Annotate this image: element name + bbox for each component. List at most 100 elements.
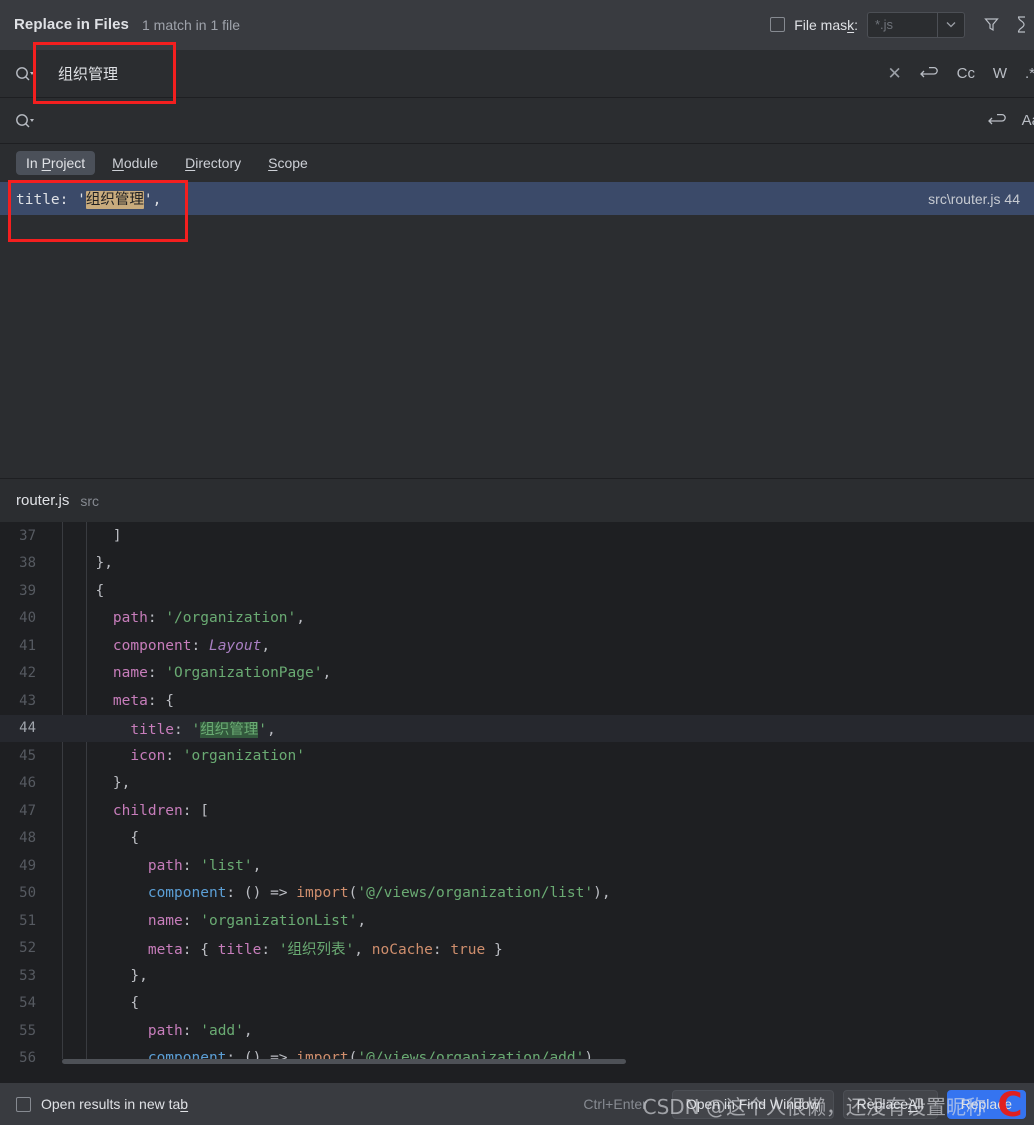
code-text: }, xyxy=(78,775,131,792)
dialog-footer: Open results in new tab Ctrl+Enter Open … xyxy=(0,1083,1034,1125)
result-text: title: '组织管理', xyxy=(16,191,162,209)
code-line: 51 name: 'organizationList', xyxy=(0,907,1034,935)
line-number: 54 xyxy=(19,995,36,1012)
line-number: 53 xyxy=(19,967,36,984)
code-line: 39 { xyxy=(0,577,1034,605)
match-case-icon[interactable]: Cc xyxy=(957,65,975,82)
code-line: 50 component: () => import('@/views/orga… xyxy=(0,880,1034,908)
replace-row: Aa xyxy=(0,98,1034,144)
open-in-find-window-button[interactable]: Open in Find Window xyxy=(671,1089,834,1119)
code-line: 42 name: 'OrganizationPage', xyxy=(0,660,1034,688)
code-line: 45 icon: 'organization' xyxy=(0,742,1034,770)
code-line: 44 title: '组织管理', xyxy=(0,714,1034,742)
line-number: 41 xyxy=(19,637,36,654)
open-results-new-tab-label: Open results in new tab xyxy=(41,1096,189,1112)
result-file-path: src\router.js 44 xyxy=(928,190,1020,207)
line-number: 56 xyxy=(19,1050,36,1064)
code-line: 37 ] xyxy=(0,522,1034,550)
preview-file-header: router.js src xyxy=(0,478,1034,522)
line-number: 47 xyxy=(19,802,36,819)
horizontal-scrollbar[interactable] xyxy=(62,1059,1034,1064)
code-text: name: 'organizationList', xyxy=(147,912,367,929)
pin-icon[interactable] xyxy=(1014,16,1028,33)
code-text: }, xyxy=(78,555,113,572)
preview-file-name: router.js xyxy=(16,492,70,509)
regex-icon[interactable]: .* xyxy=(1022,65,1034,82)
line-number: 55 xyxy=(19,1022,36,1039)
filter-icon[interactable] xyxy=(983,16,1000,33)
code-text: path: 'add', xyxy=(147,1022,253,1039)
code-text: { xyxy=(78,830,140,847)
line-number: 37 xyxy=(19,527,36,544)
code-line: 53 }, xyxy=(0,962,1034,990)
file-mask-input[interactable]: *.js xyxy=(867,11,937,38)
line-number: 50 xyxy=(19,885,36,902)
code-lines: 37 ] 38 }, 39 {40 path: '/organization', 41… xyxy=(0,522,1034,1064)
code-line: 40 path: '/organization', xyxy=(0,605,1034,633)
replace-all-button[interactable]: Replace All xyxy=(842,1089,938,1119)
code-line: 52 meta: { title: '组织列表', noCache: true … xyxy=(0,935,1034,963)
line-number: 49 xyxy=(19,857,36,874)
code-line: 43 meta: { xyxy=(0,687,1034,715)
code-text: icon: 'organization' xyxy=(130,747,305,764)
line-number: 44 xyxy=(19,720,36,737)
match-summary: 1 match in 1 file xyxy=(141,16,241,33)
file-mask-dropdown-icon[interactable] xyxy=(937,11,965,38)
code-text: title: '组织管理', xyxy=(130,721,276,738)
code-line: 49 path: 'list', xyxy=(0,852,1034,880)
line-number: 48 xyxy=(19,830,36,847)
file-mask-checkbox[interactable] xyxy=(770,17,786,32)
file-mask-label: File mask: xyxy=(794,16,858,33)
replace-history-icon[interactable] xyxy=(987,113,1008,129)
line-number: 52 xyxy=(19,940,36,957)
line-number: 40 xyxy=(19,610,36,627)
code-line: 46 }, xyxy=(0,770,1034,798)
code-text: { xyxy=(78,995,140,1012)
search-icon[interactable] xyxy=(10,65,40,83)
page-title: Replace in Files xyxy=(14,16,129,33)
tab-directory[interactable]: Directory xyxy=(175,151,251,175)
code-text: path: '/organization', xyxy=(112,610,305,627)
tab-scope[interactable]: Scope xyxy=(258,151,318,175)
search-history-icon[interactable] xyxy=(919,66,940,82)
replace-search-icon[interactable] xyxy=(10,112,40,130)
line-number: 46 xyxy=(19,775,36,792)
dialog-header: Replace in Files 1 match in 1 file File … xyxy=(0,0,1034,50)
line-number: 45 xyxy=(19,747,36,764)
code-text: ] xyxy=(78,527,122,544)
search-input[interactable]: 组织管理 xyxy=(40,63,870,84)
replace-button[interactable]: Replace xyxy=(946,1089,1026,1119)
code-text: component: () => import('@/views/organiz… xyxy=(147,885,611,902)
code-text: children: [ xyxy=(112,802,209,819)
code-line: 41 component: Layout, xyxy=(0,632,1034,660)
results-list: title: '组织管理', src\router.js 44 xyxy=(0,182,1034,478)
replace-in-files-dialog: Replace in Files 1 match in 1 file File … xyxy=(0,0,1034,1125)
line-number: 39 xyxy=(19,582,36,599)
line-number: 51 xyxy=(19,912,36,929)
preserve-case-icon[interactable]: Aa xyxy=(1022,112,1034,129)
code-line: 55 path: 'add', xyxy=(0,1017,1034,1045)
line-number: 42 xyxy=(19,665,36,682)
search-row: 组织管理 ✕ Cc W .* xyxy=(0,50,1034,98)
code-text: path: 'list', xyxy=(147,857,262,874)
code-line: 48 { xyxy=(0,825,1034,853)
code-text: component: Layout, xyxy=(112,637,271,654)
code-preview[interactable]: 37 ] 38 }, 39 {40 path: '/organization', 41… xyxy=(0,522,1034,1064)
code-text: { xyxy=(78,582,105,599)
clear-search-icon[interactable]: ✕ xyxy=(887,64,903,84)
scope-tabs: In Project Module Directory Scope xyxy=(0,144,1034,182)
code-text: }, xyxy=(78,967,148,984)
open-results-new-tab-checkbox[interactable] xyxy=(16,1096,31,1112)
line-number: 38 xyxy=(19,555,36,572)
result-match-highlight: 组织管理 xyxy=(85,191,144,209)
shortcut-hint: Ctrl+Enter xyxy=(583,1096,647,1112)
code-text: meta: { title: '组织列表', noCache: true } xyxy=(147,941,503,958)
tab-module[interactable]: Module xyxy=(102,151,168,175)
tab-in-project[interactable]: In Project xyxy=(16,151,96,175)
result-row[interactable]: title: '组织管理', src\router.js 44 xyxy=(0,182,1034,215)
words-icon[interactable]: W xyxy=(992,65,1008,82)
code-line: 38 }, xyxy=(0,550,1034,578)
preview-file-directory: src xyxy=(80,492,100,509)
line-number: 43 xyxy=(19,692,36,709)
code-line: 54 { xyxy=(0,990,1034,1018)
